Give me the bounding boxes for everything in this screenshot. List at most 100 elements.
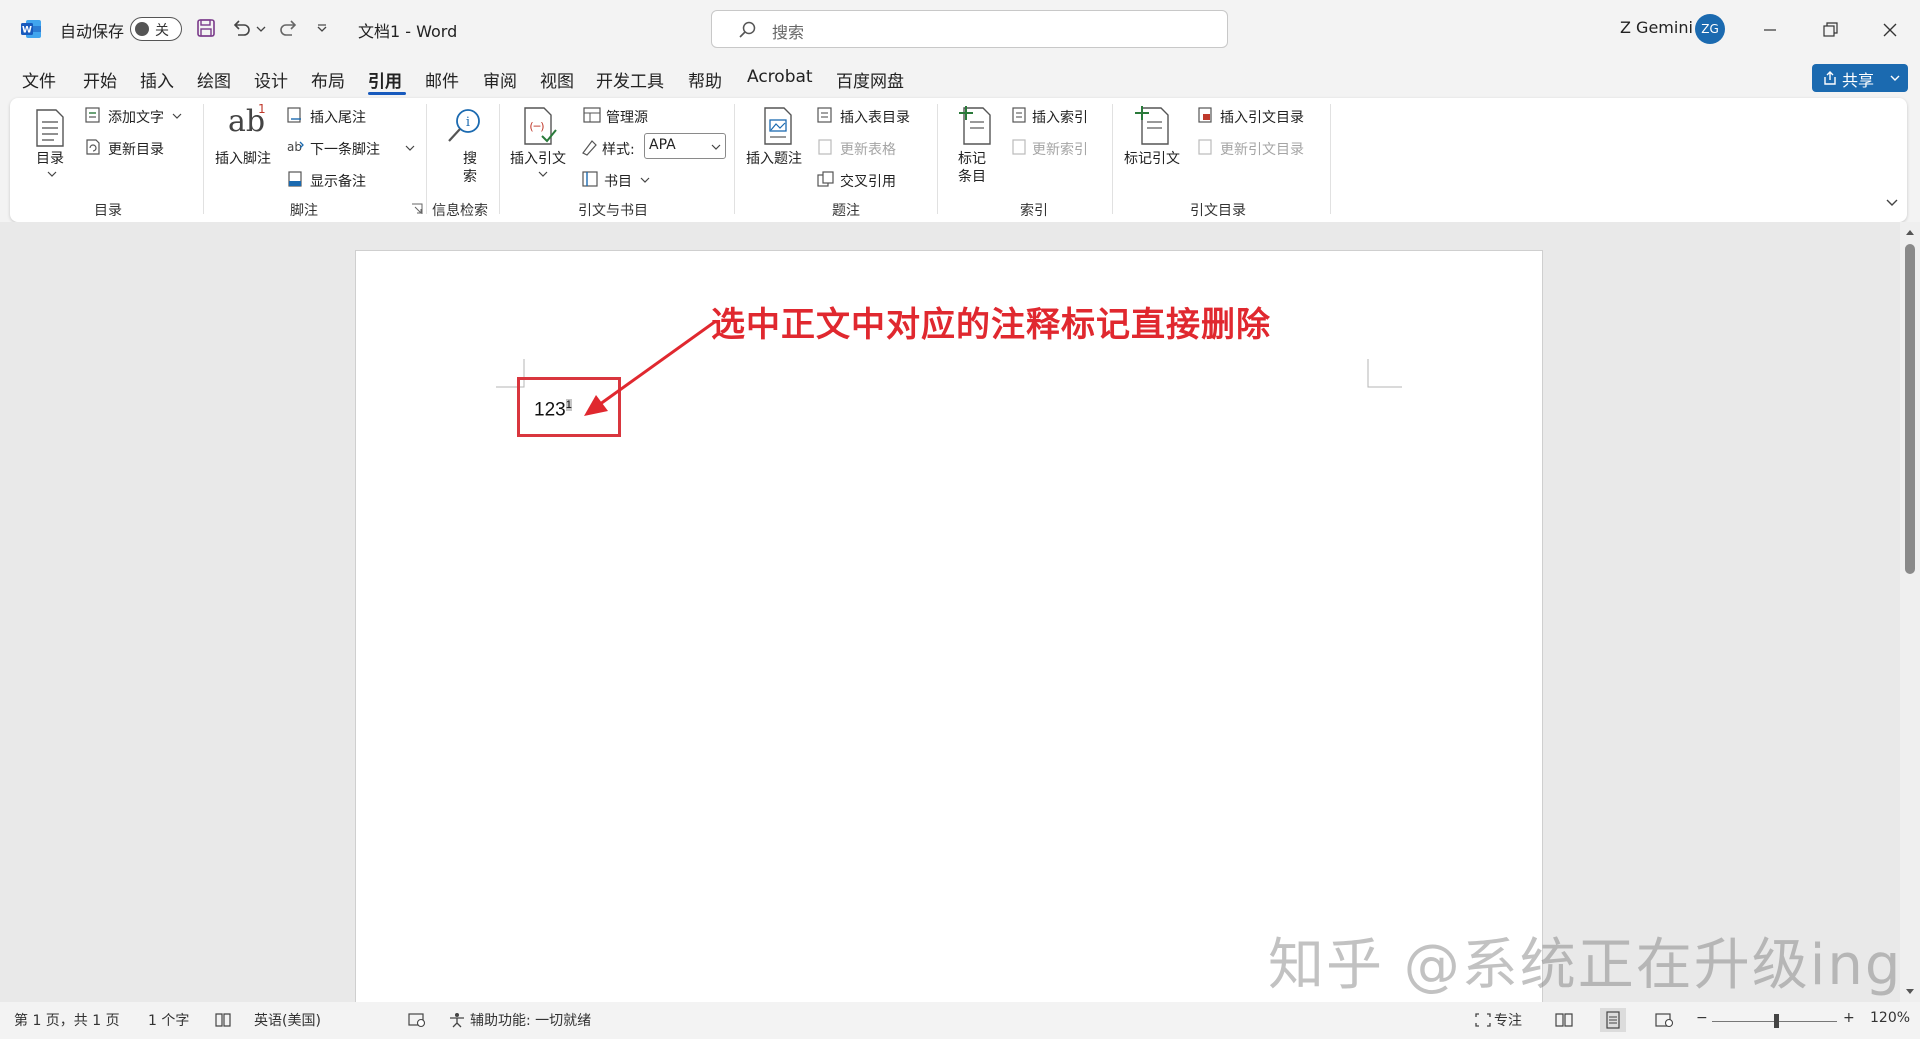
share-label: 共享	[1842, 71, 1875, 90]
customize-qat-icon[interactable]	[316, 24, 328, 34]
dialog-launcher-icon[interactable]	[411, 203, 423, 215]
tab-mailings[interactable]: 邮件	[425, 67, 459, 92]
zoom-in-button[interactable]: +	[1843, 1010, 1855, 1026]
undo-dropdown-icon[interactable]	[256, 25, 266, 33]
restore-icon[interactable]	[1810, 10, 1850, 50]
document-title: 文档1 - Word	[358, 22, 458, 41]
bibliography-button[interactable]: 书目	[604, 171, 632, 191]
scrollbar-thumb[interactable]	[1905, 244, 1915, 574]
update-toc-button[interactable]: 更新目录	[108, 139, 164, 159]
scroll-down-icon[interactable]	[1905, 988, 1915, 996]
zoom-level[interactable]: 120%	[1870, 1010, 1910, 1026]
insert-citation-button[interactable]: 插入引文	[510, 148, 566, 168]
tab-home[interactable]: 开始	[83, 67, 117, 92]
tab-baidu-netdisk[interactable]: 百度网盘	[836, 67, 904, 92]
tab-help[interactable]: 帮助	[688, 67, 722, 92]
annotation-arrow	[584, 319, 717, 416]
minimize-icon[interactable]	[1750, 10, 1790, 50]
toc-button[interactable]: 目录	[36, 148, 64, 168]
user-name[interactable]: Z Gemini	[1620, 18, 1693, 37]
insert-toa-button[interactable]: 插入引文目录	[1220, 107, 1304, 127]
group-separator	[1330, 104, 1331, 214]
chevron-down-icon[interactable]	[405, 144, 415, 152]
chevron-down-icon[interactable]	[172, 112, 182, 120]
chevron-down-icon[interactable]	[538, 170, 548, 178]
tab-draw[interactable]: 绘图	[197, 67, 231, 92]
insert-caption-button[interactable]: 插入题注	[746, 148, 802, 168]
autosave-toggle[interactable]: 关	[130, 17, 182, 41]
collapse-ribbon-icon[interactable]	[1885, 198, 1899, 208]
document-page[interactable]: 1231 选中正文中对应的注释标记直接删除	[355, 250, 1543, 1030]
mark-entry-label-1[interactable]: 标记	[958, 148, 986, 168]
mark-citation-button[interactable]: 标记引文	[1124, 148, 1180, 168]
tab-review[interactable]: 审阅	[483, 67, 517, 92]
tab-references[interactable]: 引用	[368, 67, 402, 92]
chevron-down-icon	[711, 144, 721, 150]
manage-sources-icon	[583, 107, 601, 123]
style-label: 样式:	[602, 142, 635, 158]
chevron-down-icon[interactable]	[1890, 74, 1900, 82]
watermark: 知乎 @系统正在升级ing	[1268, 933, 1903, 998]
zoom-out-button[interactable]: −	[1696, 1010, 1708, 1026]
language[interactable]: 英语(美国)	[254, 1010, 321, 1030]
update-table-button[interactable]: 更新表格	[840, 139, 896, 159]
group-separator	[499, 104, 500, 214]
add-text-button[interactable]: 添加文字	[108, 107, 164, 127]
insert-endnote-button[interactable]: 插入尾注	[310, 107, 366, 127]
search-research-label-2[interactable]: 索	[463, 166, 477, 186]
tab-insert[interactable]: 插入	[140, 67, 174, 92]
page-count[interactable]: 第 1 页，共 1 页	[14, 1010, 120, 1030]
proofing-icon[interactable]	[214, 1012, 232, 1028]
chevron-down-icon[interactable]	[47, 170, 57, 178]
citation-style-value: APA	[649, 137, 676, 153]
zoom-slider-thumb[interactable]	[1774, 1014, 1779, 1028]
tab-design[interactable]: 设计	[254, 67, 288, 92]
search-box[interactable]: 搜索	[711, 10, 1228, 48]
mark-entry-label-2[interactable]: 条目	[958, 166, 986, 186]
focus-button[interactable]: 专注	[1494, 1010, 1522, 1030]
share-button[interactable]: 共享	[1812, 64, 1908, 92]
redo-icon[interactable]	[278, 17, 300, 39]
show-notes-button[interactable]: 显示备注	[310, 171, 366, 191]
next-footnote-button[interactable]: 下一条脚注	[310, 139, 380, 159]
insert-citation-icon: (─)	[524, 107, 557, 145]
tab-acrobat[interactable]: Acrobat	[747, 67, 813, 87]
mark-entry-icon	[959, 106, 991, 145]
tab-layout[interactable]: 布局	[311, 67, 345, 92]
insert-index-button[interactable]: 插入索引	[1032, 107, 1088, 127]
style-icon	[582, 140, 597, 156]
add-text-icon	[85, 107, 100, 123]
tab-file[interactable]: 文件	[22, 67, 56, 92]
accessibility-status[interactable]: 辅助功能: 一切就绪	[470, 1010, 591, 1030]
update-toa-button[interactable]: 更新引文目录	[1220, 139, 1304, 159]
search-research-label-1[interactable]: 搜	[463, 148, 477, 168]
avatar[interactable]: ZG	[1695, 14, 1725, 44]
read-mode-icon[interactable]	[1554, 1012, 1574, 1028]
close-icon[interactable]	[1870, 10, 1910, 50]
toggle-knob	[135, 22, 149, 36]
save-icon[interactable]	[196, 18, 216, 38]
autosave-label: 自动保存	[60, 22, 125, 41]
print-layout-icon[interactable]	[1600, 1008, 1626, 1032]
vertical-scrollbar[interactable]	[1900, 222, 1920, 1002]
cross-reference-button[interactable]: 交叉引用	[840, 171, 896, 191]
group-label-toa: 引文目录	[1190, 203, 1246, 219]
table-of-contents-icon	[36, 109, 64, 147]
chevron-down-icon[interactable]	[640, 176, 650, 184]
word-count[interactable]: 1 个字	[148, 1010, 189, 1030]
web-layout-icon[interactable]	[1654, 1012, 1674, 1028]
update-index-button[interactable]: 更新索引	[1032, 139, 1088, 159]
insert-footnote-button[interactable]: 插入脚注	[215, 148, 271, 168]
manage-sources-button[interactable]: 管理源	[606, 107, 648, 127]
word-app-icon: W	[21, 20, 41, 38]
search-research-icon: i	[448, 109, 480, 142]
undo-icon[interactable]	[230, 17, 252, 39]
insert-table-of-figures-button[interactable]: 插入表目录	[840, 107, 910, 127]
scroll-up-icon[interactable]	[1905, 228, 1915, 236]
tab-developer[interactable]: 开发工具	[596, 67, 664, 92]
citation-style-select[interactable]: APA	[644, 133, 726, 159]
tab-view[interactable]: 视图	[540, 67, 574, 92]
group-separator	[937, 104, 938, 214]
group-separator	[1112, 104, 1113, 214]
text-predictions-icon[interactable]	[407, 1012, 427, 1028]
